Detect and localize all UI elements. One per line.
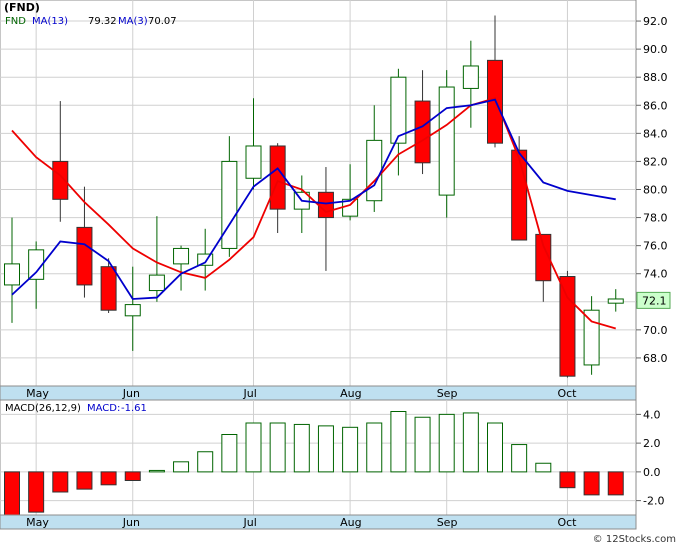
price-tick-label: 80.0 <box>643 183 668 196</box>
candle-body <box>100 266 117 311</box>
price-panel: 68.070.072.074.076.078.080.082.084.086.0… <box>0 0 671 387</box>
macd-bar-positive <box>293 423 310 473</box>
macd-bar-negative <box>583 471 600 496</box>
legend-macd-params: MACD(26,12,9) <box>5 403 81 414</box>
macd-x-tick-label: Aug <box>340 516 361 529</box>
price-x-tick-label: May <box>26 387 49 400</box>
candle-body <box>76 226 93 286</box>
candle-body <box>438 86 455 196</box>
legend-ma3-label: MA(3) <box>118 16 148 27</box>
macd-bar-positive <box>366 422 383 473</box>
price-x-axis-band <box>0 385 637 401</box>
chart-root: 68.0 70.07 2.0 74.0 76.0 78.0 80.0 82.0 84.0 86.0… <box>0 0 680 546</box>
macd-bar-negative <box>607 471 624 496</box>
candle-up <box>438 70 455 218</box>
macd-bar-negative <box>559 471 576 489</box>
price-x-tick-label: Sep <box>437 387 458 400</box>
macd-bar-positive <box>148 469 165 473</box>
candle-body <box>124 304 141 317</box>
candle-body <box>414 100 431 164</box>
macd-bar-negative <box>28 471 45 513</box>
legend-macd-value: -1.61 <box>121 403 147 414</box>
price-tick-label: 68.0 <box>643 352 668 365</box>
price-tick-label: 74.0 <box>643 268 668 281</box>
macd-bar-positive <box>511 444 528 473</box>
macd-bar-positive <box>462 412 479 473</box>
candle-down <box>100 258 117 314</box>
macd-bar-negative <box>76 471 93 490</box>
macd-tick-label: -2.0 <box>643 495 664 508</box>
macd-tick-label: 4.0 <box>643 408 661 421</box>
symbol-label: (FND) <box>4 1 40 14</box>
macd-bar-positive <box>197 451 214 473</box>
price-tick-label: 90.0 <box>643 43 668 56</box>
last-price-tag: 72.1 <box>636 291 671 309</box>
candle-body <box>462 65 479 89</box>
macd-bar-positive <box>535 462 552 473</box>
copyright-text: © 12Stocks.com <box>593 534 676 545</box>
last-price-value: 72.1 <box>642 294 667 307</box>
price-x-tick-label: Jun <box>122 387 140 400</box>
candle-body <box>269 145 286 210</box>
macd-tick-label: 2.0 <box>643 437 661 450</box>
candle-body <box>4 263 20 286</box>
macd-bar-positive <box>173 461 190 473</box>
candle-body <box>511 149 528 241</box>
candle-body <box>221 160 238 249</box>
price-tick-label: 82.0 <box>643 155 668 168</box>
macd-bar-positive <box>390 411 407 473</box>
price-x-tick-label: Aug <box>340 387 361 400</box>
macd-bar-negative <box>124 471 141 481</box>
candle-body <box>317 191 334 219</box>
macd-bar-positive <box>245 422 262 473</box>
macd-x-tick-label: Jul <box>243 516 257 529</box>
macd-x-tick-label: Sep <box>437 516 458 529</box>
macd-bar-negative <box>52 471 69 493</box>
macd-bar-positive <box>221 434 238 473</box>
macd-x-axis-band <box>0 514 637 530</box>
macd-x-tick-label: May <box>26 516 49 529</box>
price-x-tick-label: Jul <box>243 387 257 400</box>
candle-body <box>245 145 262 179</box>
macd-bar-positive <box>317 425 334 473</box>
macd-x-tick-label: Oct <box>557 516 577 529</box>
legend-fnd: FND <box>5 16 26 27</box>
macd-tick-label: 0.0 <box>643 466 661 479</box>
legend-ma3-value: 70.07 <box>148 16 177 27</box>
macd-legend: MACD(26,12,9) MACD: -1.61 <box>5 403 147 414</box>
macd-bar-negative <box>100 471 117 486</box>
price-tick-label: 70.0 <box>643 324 668 337</box>
macd-x-tick-label: Jun <box>122 516 140 529</box>
macd-panel: -2.0 0.0 2.0 4.0 MACD(26,12,9) MACD: -1.61 <box>0 399 664 516</box>
price-tick-label: 78.0 <box>643 212 668 225</box>
stock-chart: 68.0 70.07 2.0 74.0 76.0 78.0 80.0 82.0 84.0 86.0… <box>0 0 680 546</box>
candle-body <box>148 274 165 292</box>
candle-body <box>173 247 190 265</box>
legend-ma13-value: 79.32 <box>88 16 117 27</box>
macd-bar-positive <box>342 426 359 473</box>
price-tick-label: 76.0 <box>643 240 668 253</box>
candle-body <box>366 139 383 202</box>
legend-ma13-label: MA(13) <box>32 16 68 27</box>
macd-bar-positive <box>487 422 503 473</box>
price-tick-label: 86.0 <box>643 99 668 112</box>
price-tick-label: 84.0 <box>643 127 668 140</box>
macd-bar-positive <box>269 422 286 473</box>
macd-bar-positive <box>438 413 455 473</box>
price-tick-label: 88.0 <box>643 71 668 84</box>
macd-bar-negative <box>4 471 20 516</box>
candle-body <box>583 309 600 366</box>
legend-macd-label: MACD: <box>87 403 120 414</box>
candle-body <box>607 298 624 304</box>
macd-bar-positive <box>414 416 431 473</box>
price-x-tick-label: Oct <box>557 387 577 400</box>
candle-body <box>559 276 576 377</box>
price-tick-label: 92.0 <box>643 15 668 28</box>
